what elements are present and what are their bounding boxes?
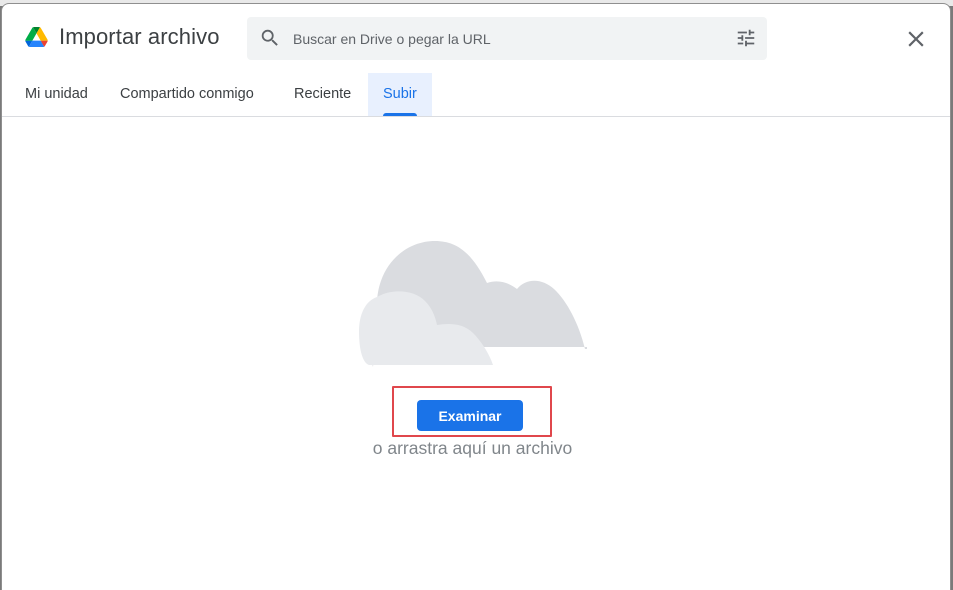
dialog-header: Importar archivo <box>2 4 950 72</box>
dialog-title: Importar archivo <box>59 24 220 49</box>
tune-icon[interactable] <box>735 27 757 49</box>
browse-button[interactable]: Examinar <box>417 400 523 431</box>
close-icon[interactable] <box>903 26 929 52</box>
source-tabs: Mi unidad Compartido conmigo Reciente Su… <box>2 72 950 117</box>
search-input[interactable] <box>293 17 713 60</box>
tab-my-drive[interactable]: Mi unidad <box>25 73 88 116</box>
tab-shared-with-me[interactable]: Compartido conmigo <box>120 73 254 116</box>
cloud-icon <box>359 241 587 367</box>
drag-drop-hint: o arrastra aquí un archivo <box>372 438 573 458</box>
tab-recent[interactable]: Reciente <box>294 73 351 116</box>
tab-upload[interactable]: Subir <box>368 73 432 116</box>
search-icon[interactable] <box>259 27 281 49</box>
google-drive-logo-icon <box>25 27 48 47</box>
drive-search-box[interactable] <box>247 17 767 60</box>
import-file-dialog: Importar archivo Mi unidad Compartido co… <box>1 3 951 590</box>
